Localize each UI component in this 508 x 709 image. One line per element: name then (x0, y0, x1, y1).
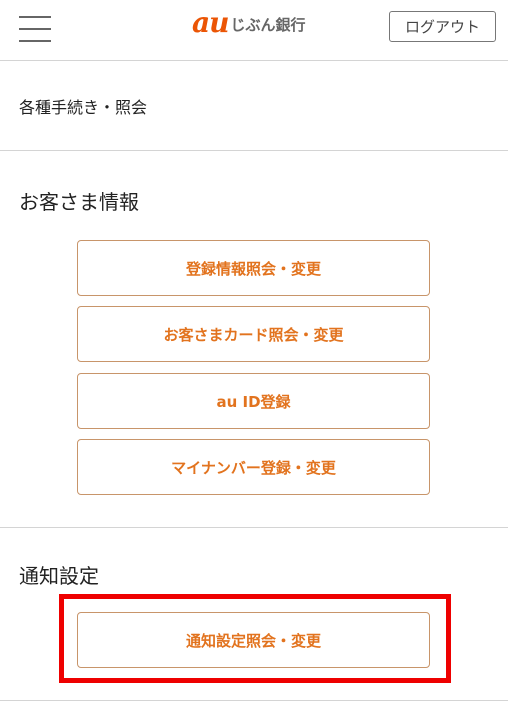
section-title-customer-info: お客さま情報 (19, 190, 139, 214)
highlight-box (59, 594, 451, 683)
registered-info-button[interactable]: 登録情報照会・変更 (77, 240, 430, 296)
header-divider (0, 60, 508, 61)
my-number-button[interactable]: マイナンバー登録・変更 (77, 439, 430, 495)
section-divider (0, 527, 508, 528)
logo-text: じぶん銀行 (230, 15, 306, 34)
breadcrumb: 各種手続き・照会 (19, 98, 148, 117)
au-id-register-button[interactable]: au ID登録 (77, 373, 430, 429)
customer-card-button[interactable]: お客さまカード照会・変更 (77, 306, 430, 362)
menu-icon[interactable] (19, 14, 51, 44)
section-divider (0, 700, 508, 701)
app-header: au じぶん銀行 ログアウト (0, 0, 508, 60)
logout-button[interactable]: ログアウト (389, 11, 496, 42)
section-title-notification: 通知設定 (19, 564, 99, 588)
section-divider (0, 150, 508, 151)
bank-logo[interactable]: au じぶん銀行 (192, 6, 306, 39)
logo-mark: au (192, 6, 229, 39)
